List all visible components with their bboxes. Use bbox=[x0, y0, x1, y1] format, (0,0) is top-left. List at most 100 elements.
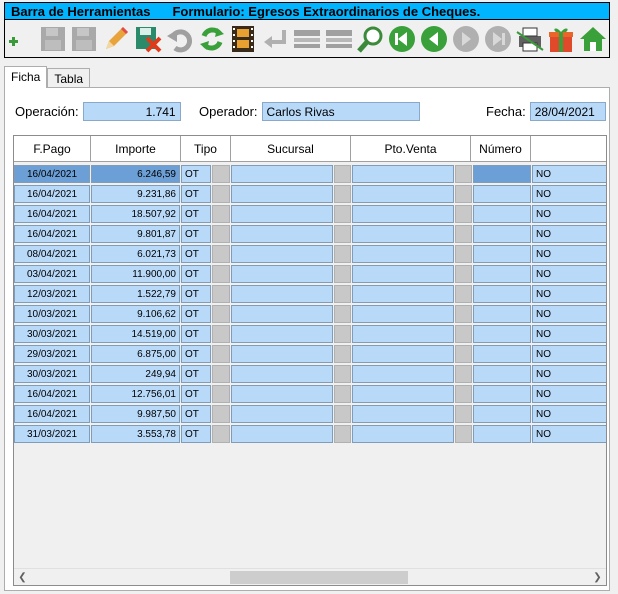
cell-ptoventa[interactable] bbox=[352, 245, 454, 263]
enter-button[interactable] bbox=[259, 23, 291, 55]
cell-numero[interactable] bbox=[473, 225, 531, 243]
fecha-field[interactable]: 28/04/2021 bbox=[529, 102, 606, 121]
cell-sucursal-button[interactable] bbox=[334, 265, 351, 283]
cell-fpago[interactable]: 29/03/2021 bbox=[14, 345, 90, 363]
cell-importe[interactable]: 6.875,00 bbox=[91, 345, 180, 363]
cell-numero[interactable] bbox=[473, 245, 531, 263]
cell-fpago[interactable]: 12/03/2021 bbox=[14, 285, 90, 303]
cell-tipo[interactable]: OT bbox=[181, 425, 211, 443]
undo-button[interactable] bbox=[164, 23, 196, 55]
cell-sucursal-button[interactable] bbox=[334, 365, 351, 383]
header-sucursal[interactable]: Sucursal bbox=[231, 136, 351, 162]
table-row[interactable]: 30/03/2021 14.519,00 OT NO bbox=[14, 324, 606, 344]
cell-sucursal[interactable] bbox=[231, 405, 333, 423]
list2-button[interactable] bbox=[323, 23, 355, 55]
cell-importe[interactable]: 1.522,79 bbox=[91, 285, 180, 303]
cell-d[interactable]: NO bbox=[532, 285, 606, 303]
cell-sucursal[interactable] bbox=[231, 245, 333, 263]
cell-ptoventa[interactable] bbox=[352, 365, 454, 383]
cell-sucursal-button[interactable] bbox=[334, 385, 351, 403]
cell-tipo[interactable]: OT bbox=[181, 305, 211, 323]
cell-tipo[interactable]: OT bbox=[181, 205, 211, 223]
cell-d[interactable]: NO bbox=[532, 265, 606, 283]
cell-fpago[interactable]: 03/04/2021 bbox=[14, 265, 90, 283]
cell-d[interactable]: NO bbox=[532, 245, 606, 263]
cell-importe[interactable]: 18.507,92 bbox=[91, 205, 180, 223]
cell-ptoventa-button[interactable] bbox=[455, 325, 472, 343]
table-row[interactable]: 16/04/2021 9.801,87 OT NO bbox=[14, 224, 606, 244]
cell-importe[interactable]: 9.106,62 bbox=[91, 305, 180, 323]
cell-fpago[interactable]: 30/03/2021 bbox=[14, 325, 90, 343]
cell-tipo[interactable]: OT bbox=[181, 345, 211, 363]
cell-ptoventa[interactable] bbox=[352, 205, 454, 223]
cell-sucursal[interactable] bbox=[231, 425, 333, 443]
table-row[interactable]: 30/03/2021 249,94 OT NO bbox=[14, 364, 606, 384]
cell-ptoventa[interactable] bbox=[352, 325, 454, 343]
cell-ptoventa[interactable] bbox=[352, 225, 454, 243]
cell-numero[interactable] bbox=[473, 345, 531, 363]
header-tipo[interactable]: Tipo bbox=[181, 136, 231, 162]
cell-ptoventa-button[interactable] bbox=[455, 285, 472, 303]
cell-tipo[interactable]: OT bbox=[181, 245, 211, 263]
cell-importe[interactable]: 9.801,87 bbox=[91, 225, 180, 243]
cell-ptoventa-button[interactable] bbox=[455, 305, 472, 323]
cell-sucursal[interactable] bbox=[231, 265, 333, 283]
cell-importe[interactable]: 11.900,00 bbox=[91, 265, 180, 283]
cell-tipo[interactable]: OT bbox=[181, 165, 211, 183]
cell-tipo[interactable]: OT bbox=[181, 225, 211, 243]
cell-tipo-button[interactable] bbox=[212, 165, 230, 183]
cell-ptoventa-button[interactable] bbox=[455, 245, 472, 263]
save-as-button[interactable] bbox=[69, 23, 101, 55]
cell-tipo-button[interactable] bbox=[212, 245, 230, 263]
cell-tipo-button[interactable] bbox=[212, 325, 230, 343]
header-fpago[interactable]: F.Pago bbox=[14, 136, 91, 162]
cell-sucursal-button[interactable] bbox=[334, 285, 351, 303]
cell-d[interactable]: NO bbox=[532, 225, 606, 243]
cell-d[interactable]: NO bbox=[532, 365, 606, 383]
cell-tipo[interactable]: OT bbox=[181, 405, 211, 423]
cell-sucursal-button[interactable] bbox=[334, 245, 351, 263]
cell-sucursal-button[interactable] bbox=[334, 425, 351, 443]
next-record-button[interactable] bbox=[450, 23, 482, 55]
cell-numero[interactable] bbox=[473, 425, 531, 443]
cell-importe[interactable]: 6.021,73 bbox=[91, 245, 180, 263]
cell-importe[interactable]: 249,94 bbox=[91, 365, 180, 383]
refresh-button[interactable] bbox=[196, 23, 228, 55]
cell-sucursal[interactable] bbox=[231, 385, 333, 403]
tab-tabla[interactable]: Tabla bbox=[47, 68, 91, 88]
cell-sucursal-button[interactable] bbox=[334, 305, 351, 323]
cell-importe[interactable]: 12.756,01 bbox=[91, 385, 180, 403]
cell-fpago[interactable]: 16/04/2021 bbox=[14, 405, 90, 423]
header-d[interactable]: D bbox=[531, 136, 606, 162]
cell-importe[interactable]: 14.519,00 bbox=[91, 325, 180, 343]
cell-tipo-button[interactable] bbox=[212, 385, 230, 403]
cell-d[interactable]: NO bbox=[532, 185, 606, 203]
cell-sucursal[interactable] bbox=[231, 185, 333, 203]
cell-sucursal[interactable] bbox=[231, 325, 333, 343]
cell-tipo[interactable]: OT bbox=[181, 325, 211, 343]
cell-fpago[interactable]: 16/04/2021 bbox=[14, 225, 90, 243]
cell-sucursal[interactable] bbox=[231, 345, 333, 363]
cell-ptoventa[interactable] bbox=[352, 265, 454, 283]
cell-fpago[interactable]: 16/04/2021 bbox=[14, 165, 90, 183]
cell-sucursal-button[interactable] bbox=[334, 225, 351, 243]
cell-sucursal[interactable] bbox=[231, 165, 333, 183]
cell-fpago[interactable]: 16/04/2021 bbox=[14, 185, 90, 203]
cell-fpago[interactable]: 16/04/2021 bbox=[14, 205, 90, 223]
cell-sucursal-button[interactable] bbox=[334, 205, 351, 223]
cell-tipo[interactable]: OT bbox=[181, 185, 211, 203]
cell-importe[interactable]: 9.987,50 bbox=[91, 405, 180, 423]
cell-tipo[interactable]: OT bbox=[181, 365, 211, 383]
cell-ptoventa-button[interactable] bbox=[455, 405, 472, 423]
cell-tipo-button[interactable] bbox=[212, 285, 230, 303]
cell-ptoventa-button[interactable] bbox=[455, 265, 472, 283]
cell-tipo-button[interactable] bbox=[212, 205, 230, 223]
cell-numero[interactable] bbox=[473, 385, 531, 403]
cell-ptoventa[interactable] bbox=[352, 425, 454, 443]
cell-d[interactable]: NO bbox=[532, 305, 606, 323]
edit-button[interactable] bbox=[100, 23, 132, 55]
first-record-button[interactable] bbox=[387, 23, 419, 55]
cell-tipo-button[interactable] bbox=[212, 185, 230, 203]
cell-numero[interactable] bbox=[473, 405, 531, 423]
cell-ptoventa-button[interactable] bbox=[455, 165, 472, 183]
